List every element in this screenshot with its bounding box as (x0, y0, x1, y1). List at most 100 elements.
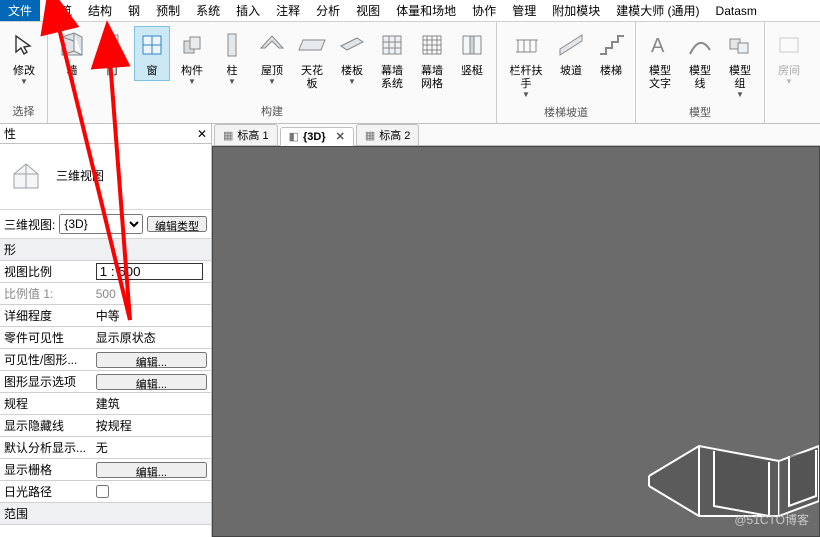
prop-defaultana-label: 默认分析显示... (0, 437, 92, 459)
stair-icon (595, 29, 627, 61)
model-text-button[interactable]: A 模型 文字 (642, 26, 678, 94)
modify-button[interactable]: 修改▼ (6, 26, 42, 89)
prop-partvis-value[interactable]: 显示原状态 (92, 327, 211, 349)
roof-button[interactable]: 屋顶▼ (254, 26, 290, 89)
menu-steel[interactable]: 钢 (120, 0, 148, 21)
chevron-down-icon: ▼ (20, 78, 28, 86)
group-model-label: 模型 (642, 102, 758, 124)
section-graphics[interactable]: 形 (0, 239, 211, 261)
prop-sunpath-checkbox[interactable] (96, 485, 109, 498)
prop-scale-value[interactable] (96, 263, 203, 280)
watermark: @51CTO博客 (734, 511, 809, 528)
wall-button[interactable]: 墙▼ (54, 26, 90, 89)
view-select[interactable]: {3D} (59, 214, 143, 234)
prop-gfxopt-button[interactable]: 编辑... (96, 374, 207, 390)
railing-button[interactable]: 栏杆扶手▼ (503, 26, 549, 102)
prop-gfxopt-label: 图形显示选项 (0, 371, 92, 393)
tab-level1[interactable]: ▦ 标高 1 (214, 124, 278, 145)
view-pane: ▦ 标高 1 ◧ {3D} ✕ ▦ 标高 2 (212, 124, 820, 537)
model-wireframe (619, 376, 819, 526)
prop-scaleval-label: 比例值 1: (0, 283, 92, 305)
roof-icon (256, 29, 288, 61)
edit-type-button[interactable]: 编辑类型 (147, 216, 207, 232)
prop-visgfx-button[interactable]: 编辑... (96, 352, 207, 368)
plan-icon: ▦ (223, 129, 233, 142)
chevron-down-icon: ▼ (785, 78, 793, 86)
menu-modelmaster[interactable]: 建模大师 (通用) (608, 0, 707, 21)
chevron-down-icon: ▼ (268, 78, 276, 86)
cube-icon: ◧ (289, 130, 299, 143)
window-icon (136, 29, 168, 61)
properties-panel: 性 ✕ 三维视图 三维视图: {3D} 编辑类型 形 视图比例 比例值 1 (0, 124, 212, 537)
prop-detail-value[interactable]: 中等 (92, 305, 211, 327)
curtain-grid-button[interactable]: 幕墙 网格 (414, 26, 450, 94)
menu-addins[interactable]: 附加模块 (544, 0, 608, 21)
model-text-icon: A (644, 29, 676, 61)
chevron-down-icon: ▼ (522, 91, 530, 99)
window-button[interactable]: 窗 (134, 26, 170, 81)
group-slope-label: 楼梯坡道 (503, 102, 629, 124)
menu-datasm[interactable]: Datasm (708, 2, 765, 20)
mullion-icon (456, 29, 488, 61)
menu-insert[interactable]: 插入 (228, 0, 268, 21)
floor-button[interactable]: 楼板▼ (334, 26, 370, 89)
group-build-label: 构建 (54, 101, 490, 123)
prop-hideline-label: 显示隐藏线 (0, 415, 92, 437)
svg-text:A: A (651, 35, 665, 57)
work-area: 性 ✕ 三维视图 三维视图: {3D} 编辑类型 形 视图比例 比例值 1 (0, 124, 820, 537)
menu-file[interactable]: 文件 (0, 0, 40, 21)
menu-analyze[interactable]: 分析 (308, 0, 348, 21)
prop-hideline-value[interactable]: 按规程 (92, 415, 211, 437)
door-icon (96, 29, 128, 61)
prop-partvis-label: 零件可见性 (0, 327, 92, 349)
model-group-icon (724, 29, 756, 61)
curtain-grid-icon (416, 29, 448, 61)
prop-sunpath-label: 日光路径 (0, 481, 92, 503)
close-tab-icon[interactable]: ✕ (336, 130, 345, 143)
view-tabstrip: ▦ 标高 1 ◧ {3D} ✕ ▦ 标高 2 (212, 124, 820, 146)
menu-architecture[interactable]: 建筑 (40, 0, 80, 21)
door-button[interactable]: 门 (94, 26, 130, 81)
chevron-down-icon: ▼ (736, 91, 744, 99)
model-line-button[interactable]: 模型 线 (682, 26, 718, 94)
view3d-label: 三维视图 (56, 167, 104, 184)
property-grid: 视图比例 比例值 1: 500 详细程度 中等 零件可见性 显示原状态 可见性/… (0, 261, 211, 503)
prop-discipline-value[interactable]: 建筑 (92, 393, 211, 415)
menu-precast[interactable]: 预制 (148, 0, 188, 21)
mullion-button[interactable]: 竖梃 (454, 26, 490, 81)
ramp-icon (555, 29, 587, 61)
chevron-down-icon: ▼ (188, 78, 196, 86)
column-icon (216, 29, 248, 61)
stair-button[interactable]: 楼梯 (593, 26, 629, 81)
prop-visgfx-label: 可见性/图形... (0, 349, 92, 371)
model-line-icon (684, 29, 716, 61)
viewport-3d[interactable]: @51CTO博客 (212, 146, 820, 537)
ramp-button[interactable]: 坡道 (553, 26, 589, 81)
column-button[interactable]: 柱▼ (214, 26, 250, 89)
menu-view[interactable]: 视图 (348, 0, 388, 21)
close-icon[interactable]: ✕ (197, 127, 207, 141)
tab-3d[interactable]: ◧ {3D} ✕ (280, 127, 354, 146)
wall-icon (56, 29, 88, 61)
menu-systems[interactable]: 系统 (188, 0, 228, 21)
prop-showgrid-button[interactable]: 编辑... (96, 462, 207, 478)
menu-collab[interactable]: 协作 (464, 0, 504, 21)
menu-massing[interactable]: 体量和场地 (388, 0, 464, 21)
chevron-down-icon: ▼ (68, 78, 76, 86)
prop-discipline-label: 规程 (0, 393, 92, 415)
model-group-button[interactable]: 模型 组▼ (722, 26, 758, 102)
ceiling-icon (296, 29, 328, 61)
menu-manage[interactable]: 管理 (504, 0, 544, 21)
prop-defaultana-value[interactable]: 无 (92, 437, 211, 459)
prop-scaleval-value: 500 (92, 283, 211, 305)
menu-annotate[interactable]: 注释 (268, 0, 308, 21)
menu-structure[interactable]: 结构 (80, 0, 120, 21)
chevron-down-icon: ▼ (348, 78, 356, 86)
tab-level2[interactable]: ▦ 标高 2 (356, 124, 420, 145)
section-extent[interactable]: 范围 (0, 503, 211, 525)
ceiling-button[interactable]: 天花板 (294, 26, 330, 94)
prop-detail-label: 详细程度 (0, 305, 92, 327)
component-button[interactable]: 构件▼ (174, 26, 210, 89)
plan-icon: ▦ (365, 129, 375, 142)
curtain-system-button[interactable]: 幕墙 系统 (374, 26, 410, 94)
